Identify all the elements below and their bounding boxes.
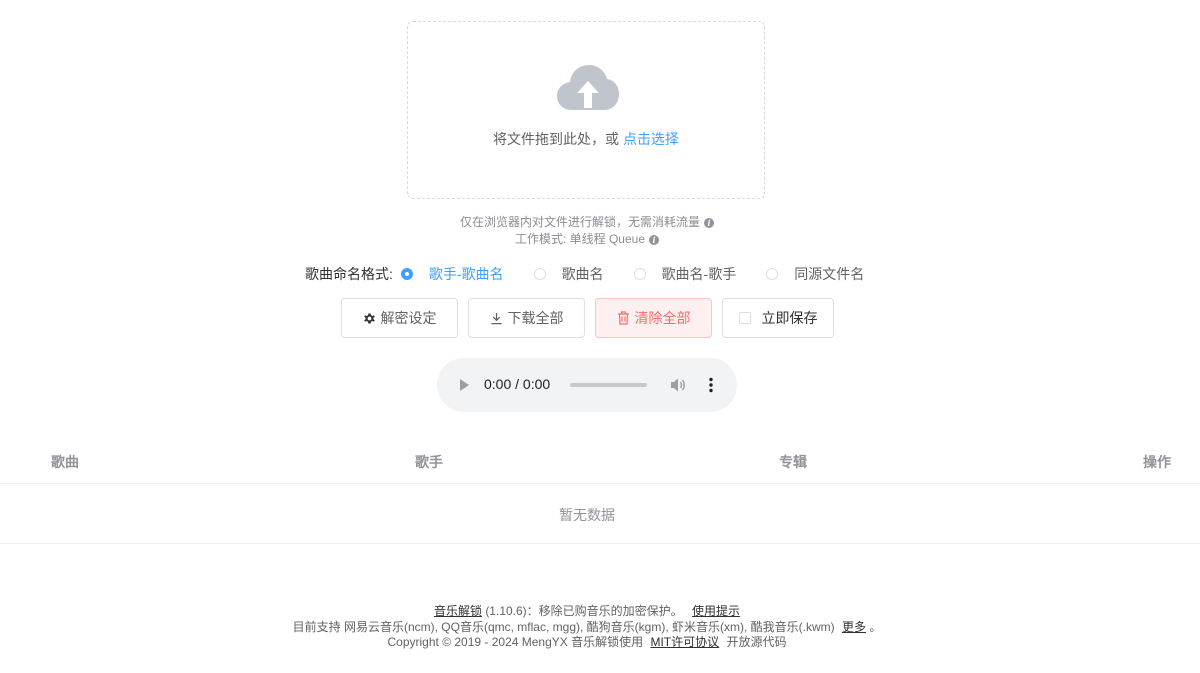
- radio-label: 同源文件名: [794, 266, 865, 282]
- tip-work-mode: 工作模式: 单线程 Queue i: [0, 230, 1174, 247]
- period-text: 。: [869, 620, 882, 634]
- open-source-text: 开放源代码: [726, 635, 787, 649]
- download-icon: [490, 312, 503, 325]
- radio-title-artist[interactable]: 歌曲名-歌手: [633, 264, 737, 284]
- gear-icon: [363, 312, 376, 325]
- clear-all-button[interactable]: 清除全部: [595, 298, 712, 338]
- radio-indicator[interactable]: [400, 268, 413, 280]
- decrypt-settings-label: 解密设定: [380, 310, 437, 326]
- app-name-link[interactable]: 音乐解锁: [434, 604, 482, 618]
- file-table-header: 歌曲 歌手 专辑 操作: [0, 440, 1200, 484]
- download-all-label: 下载全部: [507, 310, 564, 326]
- tip-local-processing-text: 仅在浏览器内对文件进行解锁，无需消耗流量: [459, 215, 700, 229]
- naming-format-label: 歌曲命名格式:: [305, 266, 393, 282]
- info-icon[interactable]: i: [649, 235, 660, 245]
- footer-line-version: 音乐解锁 (1.10.6)：移除已购音乐的加密保护。 使用提示: [0, 604, 1174, 619]
- radio-title[interactable]: 歌曲名: [533, 264, 604, 284]
- volume-icon[interactable]: [670, 377, 687, 393]
- version-text: (1.10.6)：移除已购音乐的加密保护。: [485, 604, 683, 618]
- mit-license-link[interactable]: MIT许可协议: [650, 635, 719, 649]
- radio-label: 歌手-歌曲名: [428, 266, 504, 282]
- radio-label: 歌曲名-歌手: [661, 266, 737, 282]
- more-formats-link[interactable]: 更多: [842, 620, 866, 634]
- radio-indicator[interactable]: [633, 268, 646, 280]
- upload-dropzone[interactable]: 将文件拖到此处，或 点击选择: [407, 21, 765, 199]
- save-now-label: 立即保存: [761, 310, 818, 326]
- empty-table-text: 暂无数据: [559, 507, 615, 523]
- more-options-icon[interactable]: [709, 377, 713, 393]
- play-icon[interactable]: [459, 378, 470, 392]
- decrypt-settings-button[interactable]: 解密设定: [341, 298, 458, 338]
- audio-progress-bar[interactable]: [570, 383, 647, 387]
- radio-same-source-filename[interactable]: 同源文件名: [766, 264, 864, 284]
- tip-work-mode-text: 工作模式: 单线程 Queue: [514, 232, 646, 246]
- usage-tips-link[interactable]: 使用提示: [692, 604, 740, 618]
- supported-formats-text: 目前支持 网易云音乐(ncm), QQ音乐(qmc, mflac, mgg), …: [292, 620, 835, 634]
- select-file-link[interactable]: 点击选择: [623, 131, 679, 147]
- download-all-button[interactable]: 下载全部: [468, 298, 585, 338]
- naming-format-group: 歌曲命名格式: 歌手-歌曲名 歌曲名 歌曲名-歌手 同源文件名: [305, 264, 894, 284]
- trash-icon: [617, 311, 630, 325]
- tip-local-processing: 仅在浏览器内对文件进行解锁，无需消耗流量 i: [0, 213, 1174, 230]
- audio-player[interactable]: 0:00 / 0:00: [437, 358, 737, 412]
- save-now-toggle[interactable]: 立即保存: [722, 298, 834, 338]
- footer-line-support: 目前支持 网易云音乐(ncm), QQ音乐(qmc, mflac, mgg), …: [0, 620, 1174, 635]
- copyright-text: Copyright © 2019 - 2024 MengYX 音乐解锁使用: [387, 635, 644, 649]
- radio-indicator[interactable]: [533, 268, 546, 280]
- info-icon[interactable]: i: [704, 218, 714, 228]
- file-table-body: 暂无数据: [0, 484, 1200, 544]
- radio-indicator[interactable]: [766, 268, 779, 280]
- save-now-checkbox[interactable]: [738, 312, 751, 324]
- clear-all-label: 清除全部: [634, 310, 691, 326]
- audio-time: 0:00 / 0:00: [484, 376, 551, 392]
- footer-line-copyright: Copyright © 2019 - 2024 MengYX 音乐解锁使用 MI…: [0, 635, 1174, 650]
- column-header-song: 歌曲: [51, 454, 79, 470]
- radio-label: 歌曲名: [561, 266, 604, 282]
- cloud-upload-icon: [557, 65, 619, 110]
- upload-hint: 将文件拖到此处，或 点击选择: [408, 129, 764, 149]
- column-header-album: 专辑: [779, 454, 807, 470]
- radio-artist-title[interactable]: 歌手-歌曲名: [400, 264, 504, 284]
- column-header-artist: 歌手: [415, 454, 443, 470]
- upload-hint-text: 将文件拖到此处，或: [493, 131, 623, 147]
- column-header-actions: 操作: [1143, 454, 1171, 470]
